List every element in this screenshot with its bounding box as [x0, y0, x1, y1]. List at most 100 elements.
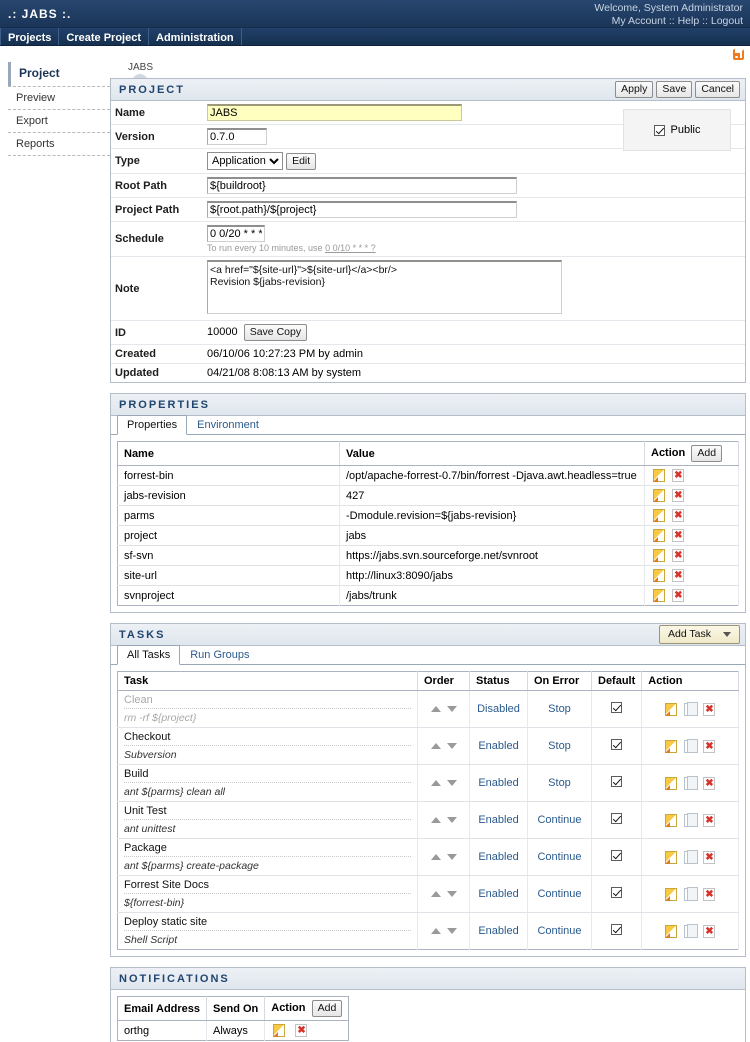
move-down-icon[interactable] [446, 854, 457, 861]
move-up-icon[interactable] [430, 891, 441, 898]
delete-icon[interactable] [703, 776, 716, 790]
delete-icon[interactable] [703, 887, 716, 901]
task-on-error[interactable]: Continue [527, 838, 592, 876]
move-down-icon[interactable] [446, 743, 457, 750]
delete-icon[interactable] [703, 924, 716, 938]
delete-icon[interactable] [703, 813, 716, 827]
copy-icon[interactable] [684, 849, 699, 864]
delete-icon[interactable] [703, 739, 716, 753]
task-on-error[interactable]: Continue [527, 875, 592, 913]
delete-icon[interactable] [672, 489, 685, 502]
delete-icon[interactable] [703, 702, 716, 716]
delete-icon[interactable] [672, 589, 685, 602]
task-status[interactable]: Enabled [469, 875, 528, 913]
notification-add-button[interactable]: Add [311, 1000, 343, 1017]
pencil-icon[interactable] [273, 1024, 286, 1037]
pencil-icon[interactable] [665, 850, 678, 864]
public-checkbox[interactable] [653, 124, 665, 136]
rss-icon[interactable] [733, 49, 744, 60]
pencil-icon[interactable] [665, 739, 678, 753]
project-path-input[interactable] [207, 201, 517, 218]
task-status[interactable]: Disabled [469, 690, 528, 728]
property-add-button[interactable]: Add [691, 445, 723, 462]
tab-run-groups[interactable]: Run Groups [180, 645, 259, 664]
delete-icon[interactable] [672, 529, 685, 542]
move-down-icon[interactable] [446, 817, 457, 824]
pencil-icon[interactable] [653, 589, 665, 602]
delete-icon[interactable] [672, 509, 685, 522]
move-up-icon[interactable] [430, 817, 441, 824]
pencil-icon[interactable] [665, 887, 678, 901]
my-account-link[interactable]: My Account [612, 15, 666, 27]
pencil-icon[interactable] [665, 702, 678, 716]
delete-icon[interactable] [672, 469, 685, 482]
move-down-icon[interactable] [446, 928, 457, 935]
save-copy-button[interactable]: Save Copy [243, 324, 308, 341]
pencil-icon[interactable] [653, 529, 665, 542]
move-up-icon[interactable] [430, 780, 441, 787]
task-status[interactable]: Enabled [469, 727, 528, 765]
default-checkbox[interactable] [611, 739, 623, 750]
task-status[interactable]: Enabled [469, 764, 528, 802]
task-status[interactable]: Enabled [469, 838, 528, 876]
task-on-error[interactable]: Stop [527, 727, 592, 765]
move-up-icon[interactable] [430, 743, 441, 750]
note-textarea[interactable]: <a href="${site-url}">${site-url}</a><br… [207, 260, 562, 314]
tab-properties[interactable]: Properties [117, 415, 188, 435]
default-checkbox[interactable] [611, 924, 623, 935]
move-down-icon[interactable] [446, 891, 457, 898]
task-on-error[interactable]: Continue [527, 912, 592, 950]
move-up-icon[interactable] [430, 706, 441, 713]
tab-all-tasks[interactable]: All Tasks [117, 645, 181, 665]
tab-environment[interactable]: Environment [187, 415, 269, 434]
delete-icon[interactable] [703, 850, 716, 864]
type-select[interactable]: Application [207, 152, 283, 170]
sidebar-item-export[interactable]: Export [8, 109, 110, 132]
cancel-button[interactable]: Cancel [695, 81, 740, 98]
default-checkbox[interactable] [611, 887, 623, 898]
menu-item-administration[interactable]: Administration [149, 28, 242, 45]
pencil-icon[interactable] [665, 813, 678, 827]
pencil-icon[interactable] [653, 549, 665, 562]
copy-icon[interactable] [684, 775, 699, 790]
pencil-icon[interactable] [665, 776, 678, 790]
default-checkbox[interactable] [611, 702, 623, 713]
task-on-error[interactable]: Continue [527, 801, 592, 839]
move-down-icon[interactable] [446, 780, 457, 787]
move-up-icon[interactable] [430, 854, 441, 861]
delete-icon[interactable] [672, 549, 685, 562]
pencil-icon[interactable] [653, 489, 665, 502]
save-button[interactable]: Save [656, 81, 693, 98]
name-input[interactable] [207, 104, 462, 121]
move-up-icon[interactable] [430, 928, 441, 935]
project-tab-label[interactable]: JABS [128, 62, 153, 73]
task-on-error[interactable]: Stop [527, 690, 592, 728]
task-on-error[interactable]: Stop [527, 764, 592, 802]
pencil-icon[interactable] [665, 924, 678, 938]
help-link[interactable]: Help [678, 15, 700, 27]
sidebar-item-preview[interactable]: Preview [8, 86, 110, 109]
task-status[interactable]: Enabled [469, 801, 528, 839]
schedule-hint-link[interactable]: 0 0/10 * * * ? [325, 243, 376, 253]
apply-button[interactable]: Apply [615, 81, 654, 98]
delete-icon[interactable] [672, 569, 685, 582]
version-input[interactable] [207, 128, 267, 145]
task-status[interactable]: Enabled [469, 912, 528, 950]
schedule-input[interactable] [207, 225, 265, 242]
delete-icon[interactable] [295, 1024, 308, 1037]
copy-icon[interactable] [684, 923, 699, 938]
copy-icon[interactable] [684, 701, 699, 716]
copy-icon[interactable] [684, 738, 699, 753]
menu-item-create-project[interactable]: Create Project [59, 28, 150, 45]
type-edit-button[interactable]: Edit [286, 153, 317, 170]
pencil-icon[interactable] [653, 469, 665, 482]
default-checkbox[interactable] [611, 776, 623, 787]
pencil-icon[interactable] [653, 569, 665, 582]
logout-link[interactable]: Logout [711, 15, 743, 27]
add-task-button[interactable]: Add Task [659, 625, 740, 644]
sidebar-item-reports[interactable]: Reports [8, 132, 110, 156]
menu-item-projects[interactable]: Projects [0, 28, 60, 45]
move-down-icon[interactable] [446, 706, 457, 713]
default-checkbox[interactable] [611, 813, 623, 824]
pencil-icon[interactable] [653, 509, 665, 522]
